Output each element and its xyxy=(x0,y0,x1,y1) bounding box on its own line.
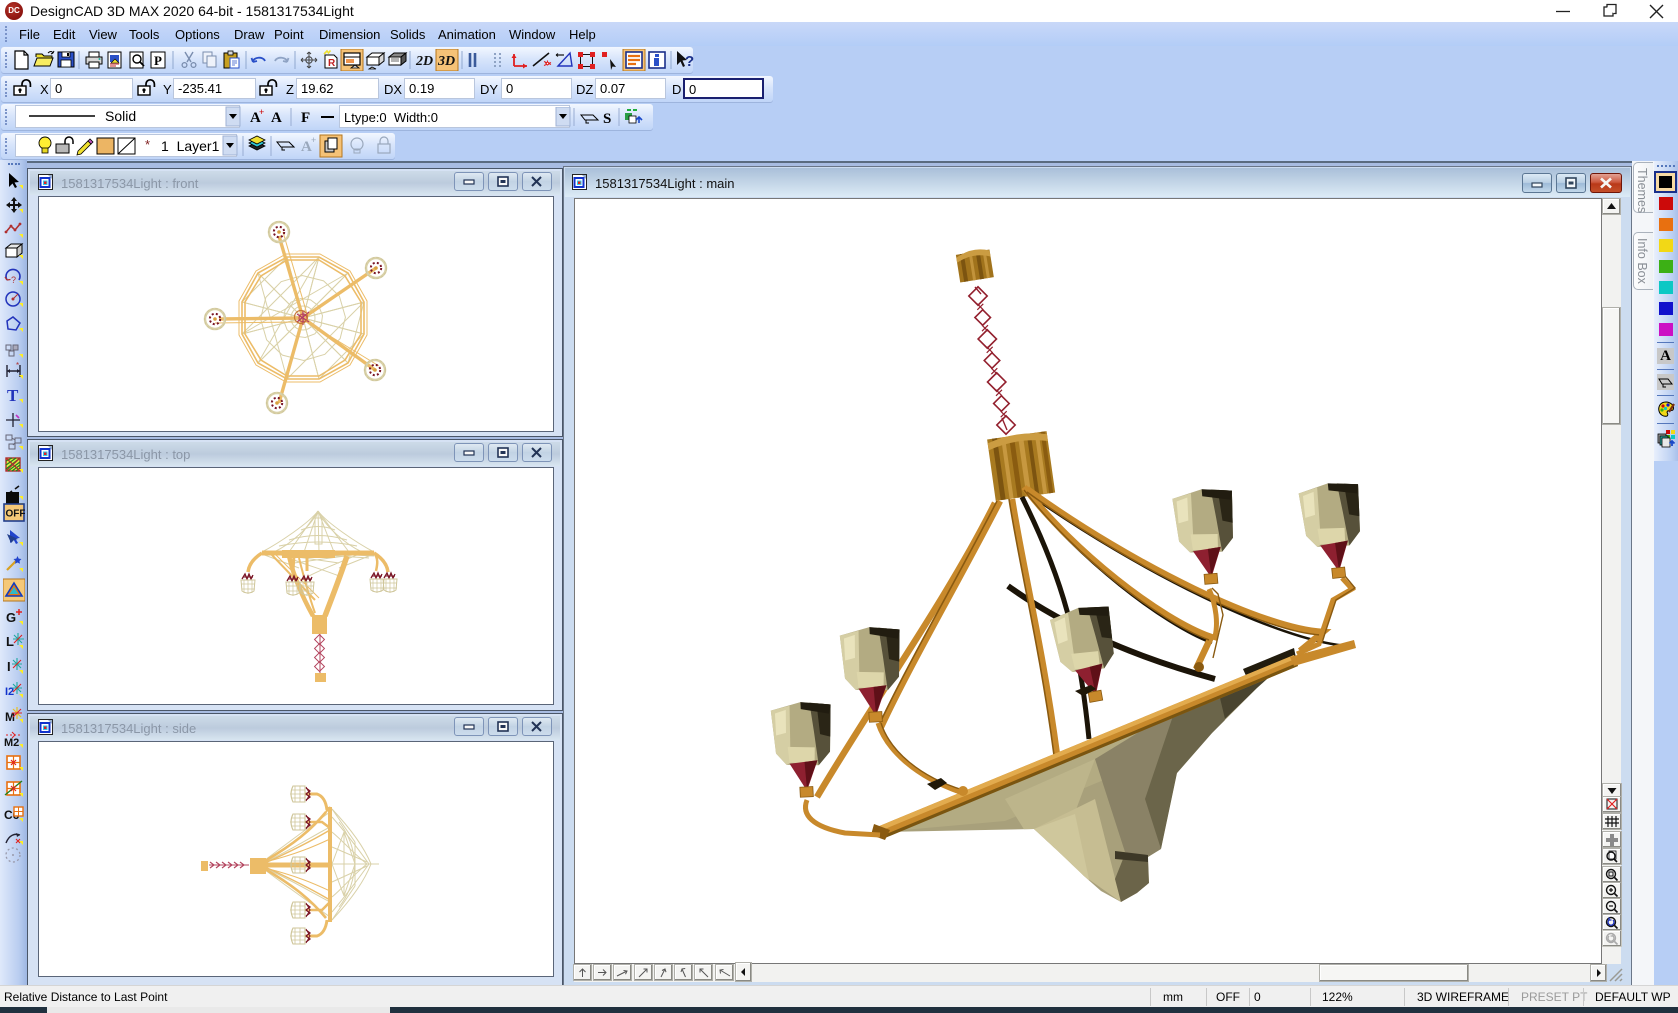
svg-text:A: A xyxy=(271,110,282,126)
svg-text:*: * xyxy=(145,137,150,152)
svg-text:*: * xyxy=(16,361,19,370)
svg-text:?: ? xyxy=(11,275,16,285)
svg-text:I: I xyxy=(7,659,11,674)
svg-text:P: P xyxy=(154,53,162,68)
svg-text:R: R xyxy=(328,58,336,69)
svg-text:Solid: Solid xyxy=(105,108,136,124)
svg-text:Themes: Themes xyxy=(1635,168,1649,213)
svg-text:G: G xyxy=(6,610,16,625)
svg-text:OFF: OFF xyxy=(6,509,26,520)
svg-text:Info Box: Info Box xyxy=(1635,238,1649,285)
svg-text:M2: M2 xyxy=(4,737,19,749)
svg-text:F: F xyxy=(301,110,310,126)
svg-text:+: + xyxy=(311,135,316,145)
svg-text:1 Layer1: 1 Layer1 xyxy=(161,138,220,154)
svg-text:2D: 2D xyxy=(415,54,433,69)
svg-text:L: L xyxy=(6,634,14,649)
svg-text:S: S xyxy=(603,111,611,127)
svg-text:?: ? xyxy=(685,53,694,70)
svg-text:T: T xyxy=(7,386,19,405)
svg-text:3D: 3D xyxy=(437,54,455,69)
svg-text:+: + xyxy=(259,107,264,117)
